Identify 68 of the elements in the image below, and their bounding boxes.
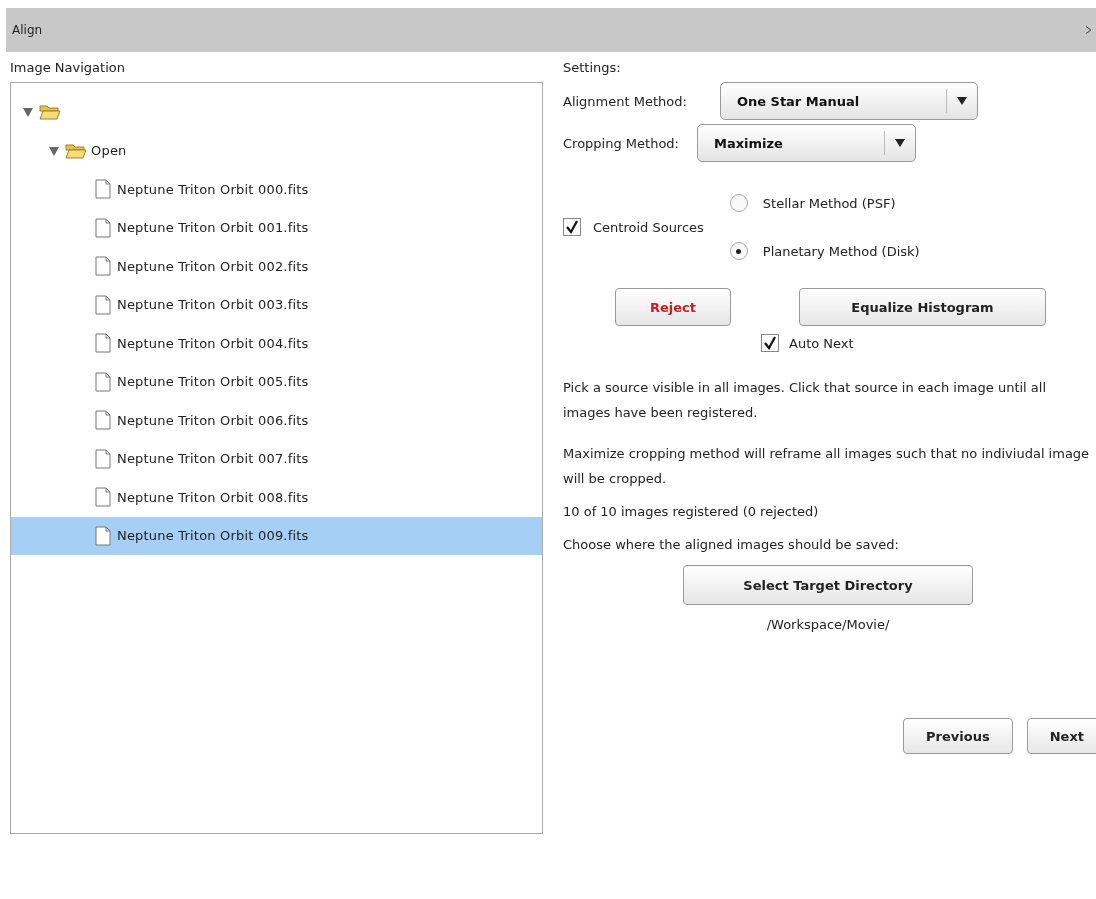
panel-heading: Image Navigation — [10, 59, 126, 77]
file-icon — [95, 448, 111, 469]
method-radio[interactable]: Stellar Method (PSF) — [729, 194, 920, 212]
cropping-method-dropdown[interactable]: Maximize — [696, 124, 916, 162]
instruction-text: Maximize cropping method will reframe all images such that no indiviudal image will be cropped. — [563, 445, 1091, 488]
tree-folder-row[interactable]: Open — [11, 131, 542, 170]
file-icon — [95, 410, 111, 431]
file-label: Neptune Triton Orbit 007.fits — [117, 451, 309, 467]
footer-button[interactable]: Previous — [903, 718, 1013, 754]
file-label: Neptune Triton Orbit 000.fits — [117, 181, 309, 197]
tree-file-row[interactable]: Neptune Triton Orbit 000.fits — [11, 170, 542, 209]
file-icon — [95, 333, 111, 354]
expanded-triangle-icon[interactable] — [23, 107, 33, 118]
status-text: 10 of 10 images registered (0 rejected) — [563, 503, 820, 521]
save-prompt-text: Choose where the aligned images should be saved: — [563, 536, 900, 554]
tree-file-row[interactable]: Neptune Triton Orbit 006.fits — [11, 401, 542, 440]
method-radio[interactable]: Planetary Method (Disk) — [729, 242, 920, 260]
radio-button[interactable] — [729, 242, 748, 260]
file-label: Neptune Triton Orbit 005.fits — [117, 374, 309, 390]
file-label: Neptune Triton Orbit 006.fits — [117, 412, 309, 428]
instruction-text: Pick a source visible in all images. Click that source in each image until all images have been registered. — [563, 379, 1048, 422]
tree-file-row[interactable]: Neptune Triton Orbit 004.fits — [11, 324, 542, 363]
close-icon[interactable] — [1086, 25, 1093, 35]
auto-next-checkbox[interactable]: Auto Next — [761, 334, 854, 352]
file-label: Neptune Triton Orbit 003.fits — [117, 297, 309, 313]
tree-file-row[interactable]: Neptune Triton Orbit 005.fits — [11, 362, 542, 401]
select-target-directory-button[interactable]: Select Target Directory — [683, 565, 973, 605]
file-icon — [95, 371, 111, 392]
checkbox-label: Centroid Sources — [593, 219, 704, 235]
window-title: Align — [12, 23, 43, 37]
checkbox[interactable] — [761, 334, 779, 352]
file-icon — [95, 217, 111, 238]
file-label: Neptune Triton Orbit 008.fits — [117, 489, 309, 505]
file-label: Neptune Triton Orbit 004.fits — [117, 335, 309, 351]
tree-file-row[interactable]: Neptune Triton Orbit 007.fits — [11, 439, 542, 478]
file-icon — [95, 179, 111, 200]
folder-label: Open — [91, 143, 127, 159]
dropdown-arrow-icon — [956, 97, 967, 105]
radio-label: Planetary Method (Disk) — [762, 243, 920, 259]
folder-icon — [39, 104, 61, 121]
checkbox[interactable] — [563, 218, 581, 236]
file-label: Neptune Triton Orbit 002.fits — [117, 258, 309, 274]
settings-heading: Settings: — [563, 59, 622, 77]
tree-file-row[interactable]: Neptune Triton Orbit 008.fits — [11, 478, 542, 517]
file-label: Neptune Triton Orbit 001.fits — [117, 220, 309, 236]
folder-icon — [65, 142, 87, 159]
file-icon — [95, 525, 111, 546]
equalize-histogram-button[interactable]: Equalize Histogram — [799, 288, 1046, 326]
file-icon — [95, 256, 111, 277]
footer-button[interactable]: Next — [1026, 718, 1096, 754]
tree-file-row[interactable]: Neptune Triton Orbit 002.fits — [11, 247, 542, 286]
file-icon — [95, 487, 111, 508]
file-label: Neptune Triton Orbit 009.fits — [117, 528, 309, 544]
radio-button[interactable] — [729, 194, 748, 212]
radio-label: Stellar Method (PSF) — [762, 195, 896, 211]
dropdown-arrow-icon — [894, 139, 905, 147]
expanded-triangle-icon[interactable] — [49, 145, 59, 156]
alignment-method-label: Alignment Method: — [563, 93, 687, 109]
centroid-sources-checkbox[interactable]: Centroid Sources — [563, 218, 704, 236]
tree-file-row[interactable]: Neptune Triton Orbit 003.fits — [11, 285, 542, 324]
tree-file-row[interactable]: Neptune Triton Orbit 009.fits — [11, 516, 542, 555]
checkbox-label: Auto Next — [789, 335, 854, 351]
tree-file-row[interactable]: Neptune Triton Orbit 001.fits — [11, 208, 542, 247]
file-icon — [95, 294, 111, 315]
reject-button[interactable]: Reject — [615, 288, 731, 326]
cropping-method-label: Cropping Method: — [563, 135, 679, 151]
target-path-text: /Workspace/Movie/ — [766, 617, 890, 632]
alignment-method-dropdown[interactable]: One Star Manual — [719, 82, 978, 120]
